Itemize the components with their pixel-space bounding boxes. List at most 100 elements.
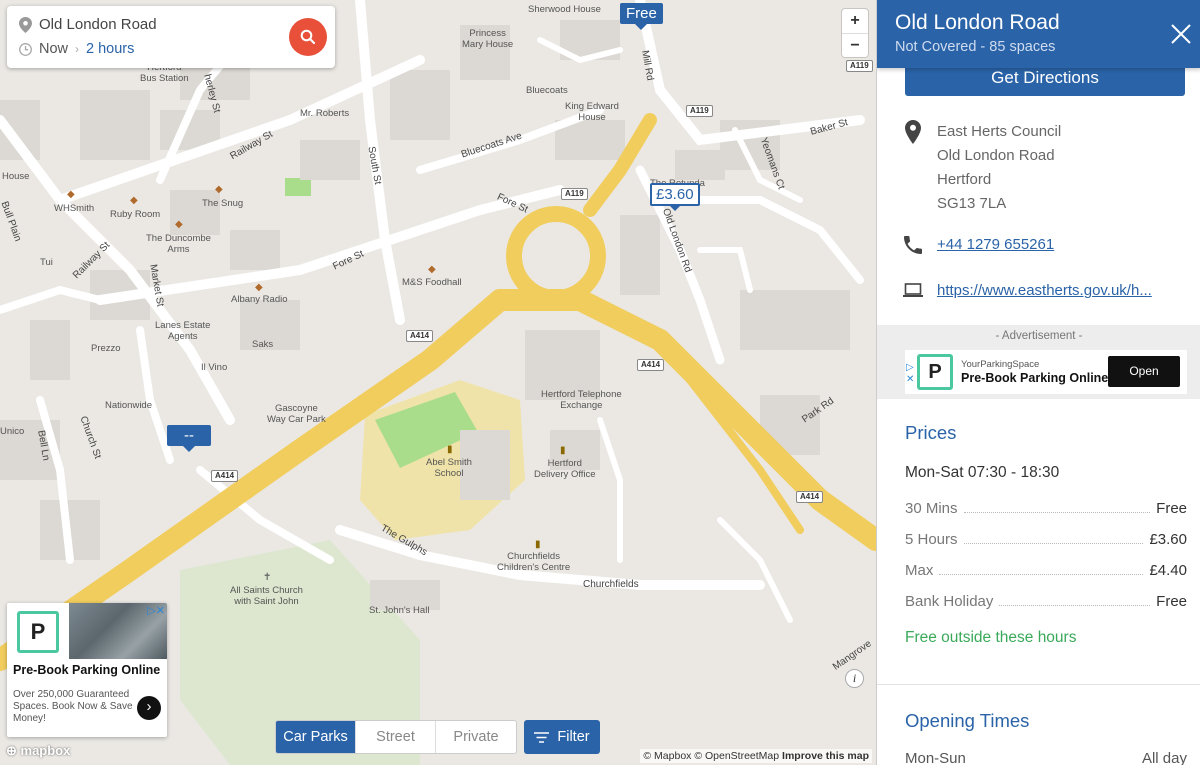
map-label: Hertford Telephone Exchange [541,389,622,411]
tab-car-parks[interactable]: Car Parks [276,721,356,753]
ad-choices-icon[interactable]: ▷✕ [906,362,914,386]
road-shield: A414 [637,359,665,371]
road-shield: A414 [796,491,824,503]
price-value: Free [1156,593,1187,610]
ad-logo: P [917,354,953,390]
free-outside-hours-note: Free outside these hours [905,629,1077,646]
map-label-line: Princess [469,28,506,39]
panel-advertisement: - Advertisement - ▷ ✕ P YourParkingSpace … [877,325,1200,399]
improve-map-link[interactable]: Improve this map [782,750,869,762]
filter-button[interactable]: Filter [524,720,600,754]
map-label: Ruby Room [110,209,161,220]
poi-icon: ◆ [215,184,223,195]
poi-icon: ◆ [255,282,263,293]
map-label-line: Churchfields [507,551,560,562]
filter-icon [534,731,550,743]
map-label-line: All Saints Church [230,585,303,596]
map-label: Abel Smith School [426,457,472,479]
map-label-line: Gascoyne [275,403,318,414]
ad-open-button[interactable]: Open [1108,356,1180,387]
map-label-line: Way Car Park [267,414,326,425]
opening-row: Mon-Sun All day [905,750,1187,765]
filter-label: Filter [557,729,590,745]
tab-street[interactable]: Street [356,721,436,753]
clock-icon [19,42,32,56]
map-label: Il Vino [201,362,228,373]
map-label: Albany Radio [231,294,288,305]
opening-day: Mon-Sun [905,750,966,765]
phone-link[interactable]: +44 1279 655261 [937,236,1054,254]
ad-brand: YourParkingSpace [961,359,1040,370]
opening-times-heading: Opening Times [905,710,1030,731]
address-line: SG13 7LA [937,195,1007,212]
prices-heading: Prices [905,422,957,443]
zoom-out-button[interactable]: − [842,33,868,57]
opening-value: All day [1141,750,1187,765]
address-line: East Herts Council [937,123,1062,140]
info-button[interactable]: i [845,669,864,688]
poi-icon: ▮ [535,539,541,550]
map-label: Nationwide [105,400,152,411]
price-label: 5 Hours [905,531,958,548]
map-label-line: School [434,468,464,479]
duration[interactable]: 2 hours [86,41,134,57]
price-row: 5 Hours £3.60 [905,528,1187,548]
website-row: https://www.eastherts.gov.uk/h... [903,282,1152,299]
map-attribution[interactable]: © Mapbox © OpenStreetMap Improve this ma… [640,749,872,763]
map-label: Sherwood House [528,4,601,15]
map-label: Princess Mary House [462,28,513,50]
search-button[interactable] [289,18,327,56]
road-shield: A119 [686,105,713,117]
map-label: Saks [252,339,274,350]
parking-type-tabs: Car Parks Street Private [275,720,517,754]
road-shield: A414 [211,470,239,482]
close-button[interactable] [1167,20,1195,48]
phone-icon [904,236,922,254]
map-label: Tui [40,257,53,268]
street-label: Churchfields [583,579,639,590]
price-row: Bank Holiday Free [905,590,1187,610]
map-label-line: House [578,112,606,123]
time-from[interactable]: Now [39,41,68,57]
zoom-in-button[interactable]: + [842,9,868,33]
map-label: Lanes Estate Agents [155,320,210,342]
map-label: Prezzo [91,343,121,354]
map-label-line: Hertford Telephone [541,389,622,400]
map-label: Mr. Roberts [300,108,350,119]
tab-private[interactable]: Private [436,721,516,753]
parking-marker-unknown[interactable]: -- [167,425,211,452]
phone-row: +44 1279 655261 [903,236,1054,254]
close-icon [1171,24,1191,44]
map-label-line: Abel Smith [426,457,472,468]
ad-arrow-button[interactable]: › [137,696,161,720]
location-row[interactable]: Old London Road [19,16,157,33]
ad-choices-icon[interactable]: ▷✕ [147,604,165,617]
ad-title: Pre-Book Parking Online [961,371,1109,385]
ad-logo: P [17,611,59,653]
map-label: Hertford Delivery Office [534,458,596,480]
location-text[interactable]: Old London Road [39,16,157,33]
time-row[interactable]: Now › 2 hours [19,41,134,57]
map-label-line: Arms [167,244,190,255]
location-pin-icon [19,16,32,33]
mapbox-logo[interactable]: ⊕ mapbox [6,743,70,759]
map-label: St. John's Hall [369,605,430,616]
address-line: Hertford [937,171,992,188]
map-label-line: Children's Centre [497,562,571,573]
map-label-line: Bus Station [140,73,189,84]
map-label-line: Delivery Office [534,469,596,480]
road-shield: A119 [846,60,873,72]
map[interactable]: Sherwood House PrincessMary House Hertfo… [0,0,876,765]
search-icon [300,29,316,45]
ad-box[interactable]: ▷ ✕ P YourParkingSpace Pre-Book Parking O… [905,350,1187,394]
poi-icon: ◆ [130,195,138,206]
parking-marker-free[interactable]: Free [620,3,663,30]
map-pin-icon [905,120,921,144]
price-label: Max [905,562,934,579]
map-advertisement[interactable]: P ▷✕ Pre-Book Parking Online Over 250,00… [7,603,167,737]
attribution-text[interactable]: © Mapbox © OpenStreetMap [643,750,779,762]
website-link[interactable]: https://www.eastherts.gov.uk/h... [937,282,1152,299]
address: East Herts Council Old London Road Hertf… [937,120,1061,216]
parking-marker-selected[interactable]: £3.60 [650,183,700,211]
map-label: House [2,171,30,182]
